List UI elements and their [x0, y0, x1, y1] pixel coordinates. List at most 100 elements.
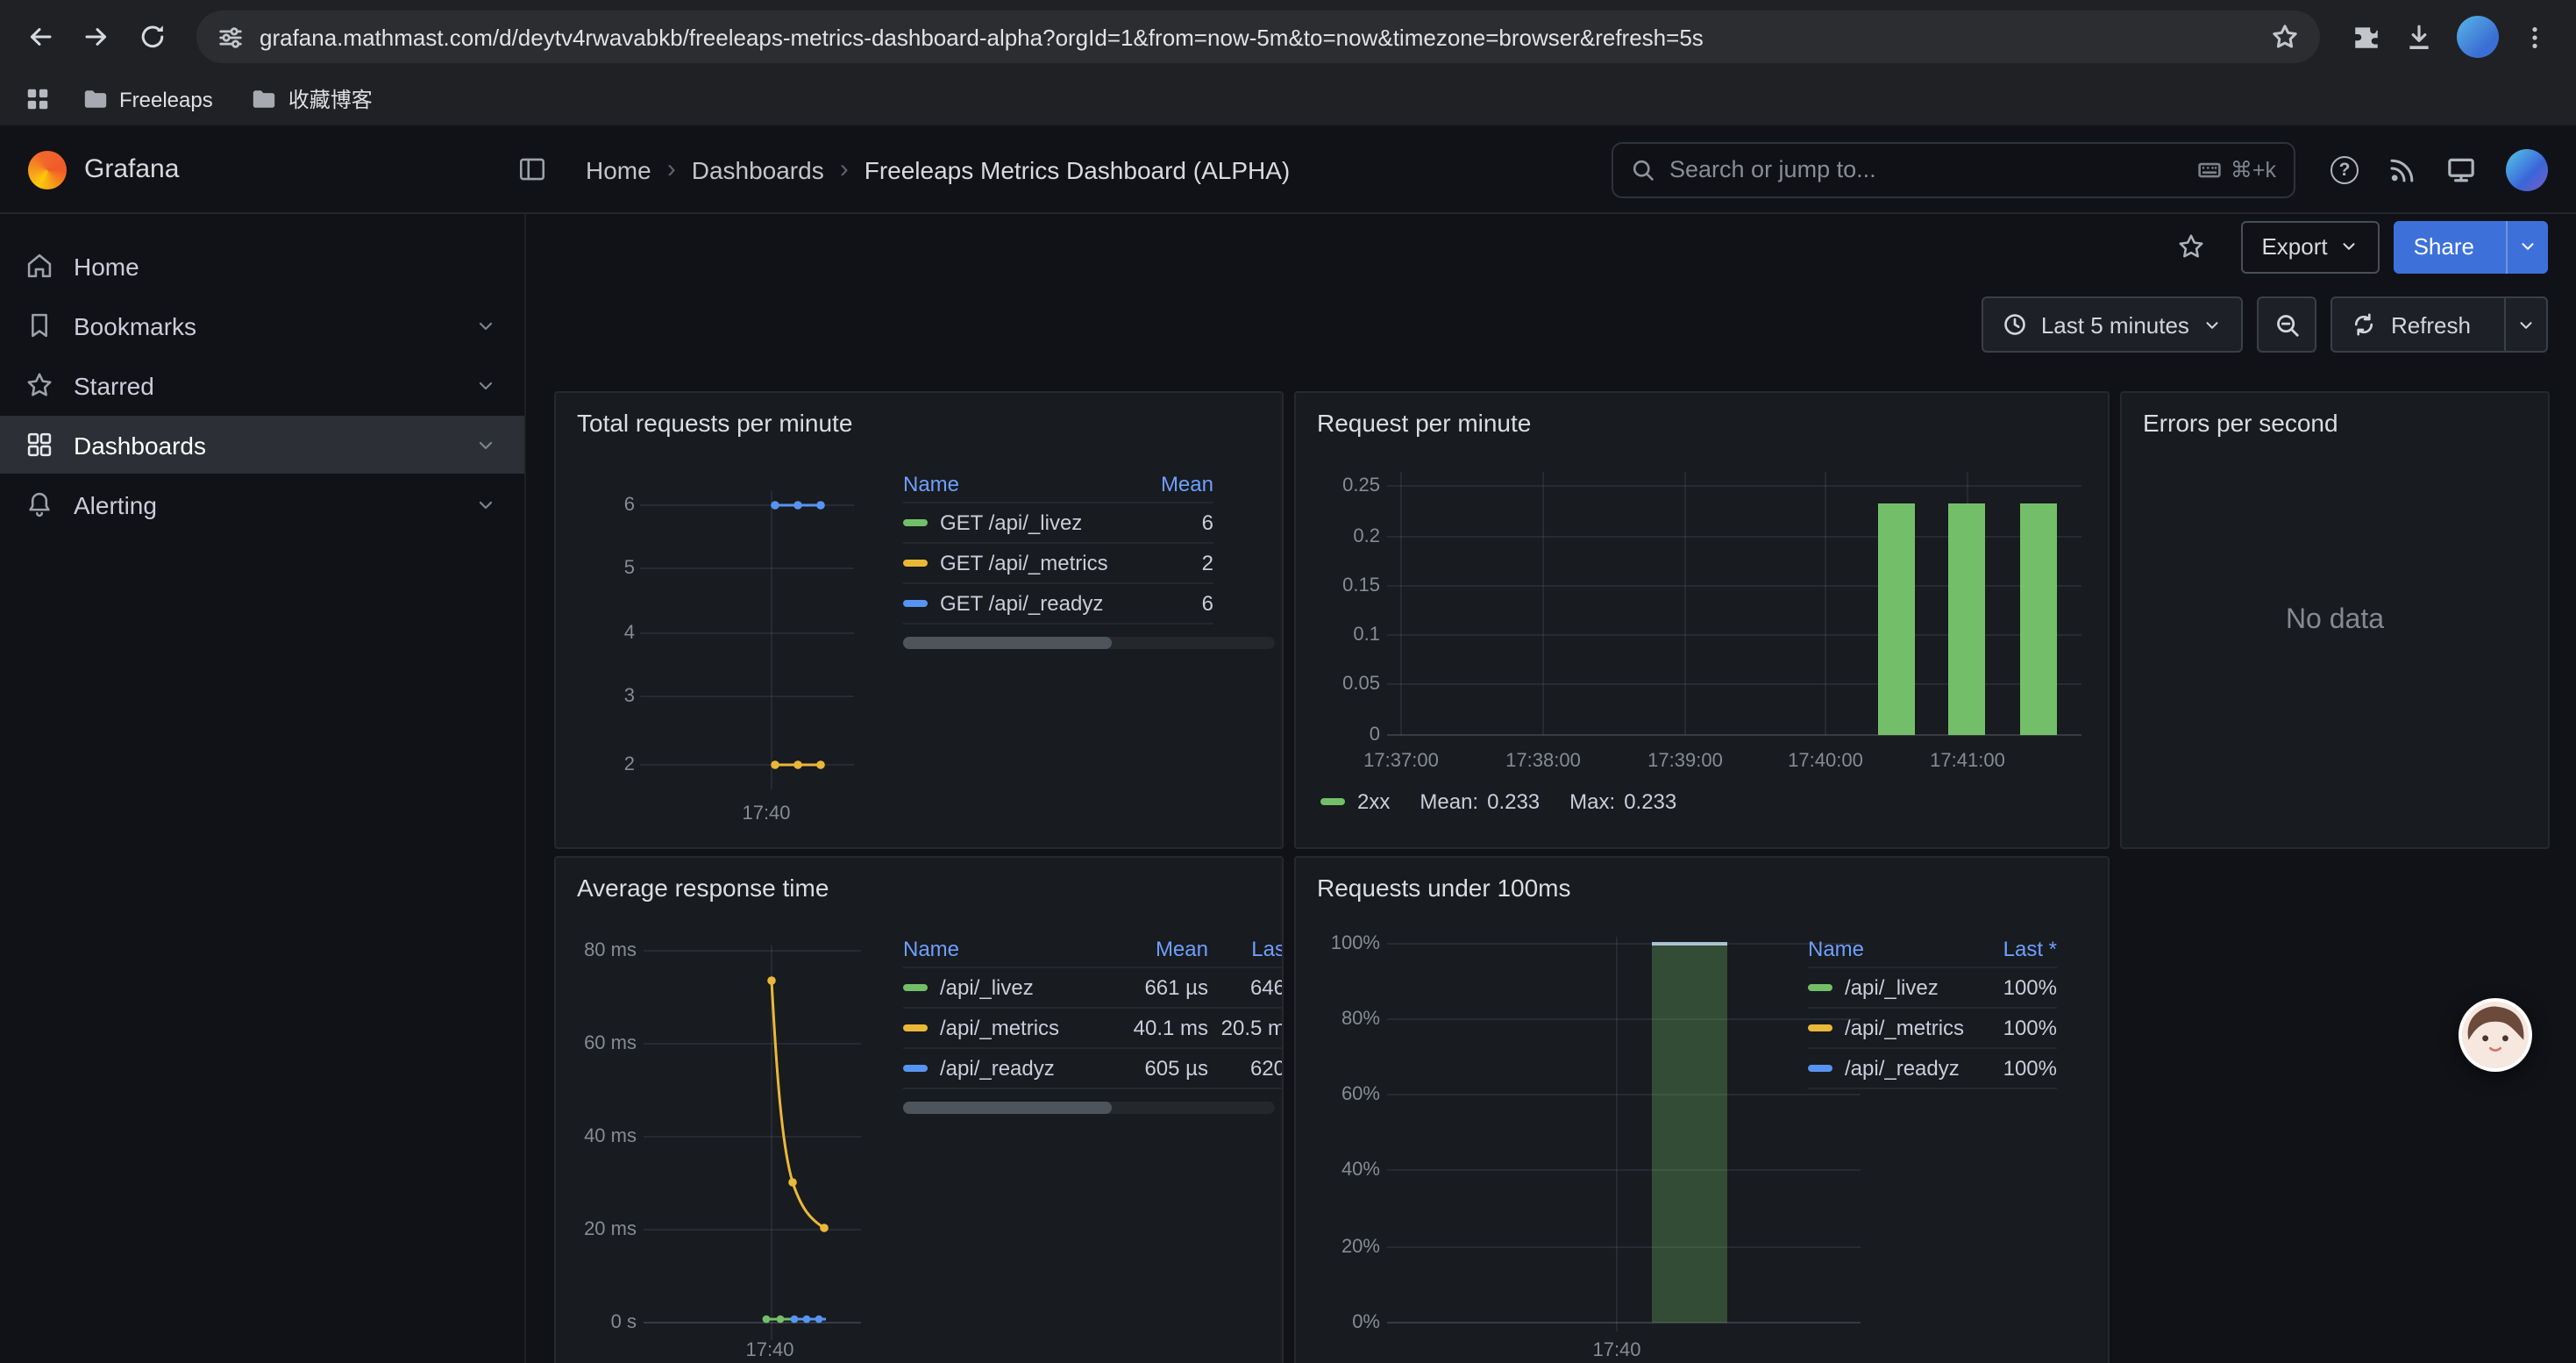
panel-request-per-minute[interactable]: Request per minute 0.25 0.2 0.15 0.1 0.0… [1294, 391, 2110, 849]
bookmark-folder-freeleaps[interactable]: Freeleaps [68, 81, 227, 118]
search-bar[interactable]: ⌘+k [1612, 141, 2295, 197]
legend-col-name[interactable]: Name [1808, 937, 1969, 961]
legend-col-mean[interactable]: Mean [1099, 937, 1208, 961]
panel-title[interactable]: Total requests per minute [577, 409, 852, 437]
legend-inline[interactable]: 2xx Mean:0.233 Max:0.233 [1320, 789, 1676, 814]
y-tick: 2 [556, 754, 635, 775]
sidebar-item-starred[interactable]: Starred [0, 356, 524, 414]
legend-col-last[interactable]: Las [1208, 937, 1284, 961]
back-button[interactable] [14, 11, 67, 63]
reload-button[interactable] [126, 11, 179, 63]
time-range-picker[interactable]: Last 5 minutes [1982, 296, 2244, 353]
user-avatar[interactable] [2506, 148, 2548, 190]
legend-col-name[interactable]: Name [903, 937, 1099, 961]
no-data-message: No data [2122, 393, 2548, 847]
chevron-down-icon[interactable] [475, 434, 496, 455]
grafana-logo-icon[interactable] [28, 150, 67, 189]
refresh-button[interactable]: Refresh [2331, 296, 2548, 353]
legend-col-name[interactable]: Name [903, 472, 1126, 496]
search-shortcut: ⌘+k [2197, 156, 2276, 182]
legend-row[interactable]: GET /api/_metrics 2 [903, 544, 1213, 584]
sidebar-item-bookmarks[interactable]: Bookmarks [0, 296, 524, 354]
help-icon[interactable]: ? [2330, 155, 2359, 183]
panel-total-requests[interactable]: Total requests per minute 6 5 4 3 2 [554, 391, 1284, 849]
breadcrumb-home[interactable]: Home [586, 155, 651, 183]
share-caret[interactable] [2506, 220, 2548, 273]
line-chart-plot[interactable] [640, 491, 854, 789]
chevron-down-icon[interactable] [475, 315, 496, 336]
legend-row[interactable]: /api/_livez 100% [1808, 968, 2057, 1009]
panel-title[interactable]: Average response time [577, 874, 829, 902]
dashboard-canvas: Last 5 minutes Refresh [526, 279, 2576, 1363]
bookmark-folder-blogs[interactable]: 收藏博客 [238, 79, 387, 119]
line-chart-plot[interactable] [644, 946, 861, 1340]
panel-title[interactable]: Requests under 100ms [1317, 874, 1571, 902]
sidebar-item-dashboards[interactable]: Dashboards [0, 416, 524, 474]
legend-scrollbar[interactable] [903, 1102, 1275, 1114]
chevron-down-icon[interactable] [475, 375, 496, 396]
bar-chart-plot[interactable] [1387, 472, 2081, 739]
grafana-header: Grafana Home › Dashboards › Freeleaps Me… [0, 126, 2576, 214]
y-tick: 40 ms [556, 1126, 637, 1147]
bar-chart-plot[interactable] [1387, 937, 1861, 1331]
export-button[interactable]: Export [2240, 220, 2380, 273]
legend-col-last[interactable]: Last * [1969, 937, 2057, 961]
chevron-down-icon[interactable] [475, 494, 496, 515]
site-settings-icon[interactable] [217, 24, 244, 50]
bar-2xx[interactable] [1878, 503, 1915, 735]
downloads-icon[interactable] [2404, 22, 2434, 52]
panel-requests-under-100ms[interactable]: Requests under 100ms 100% 80% 60% 40% 20… [1294, 856, 2110, 1363]
browser-profile-avatar[interactable] [2457, 16, 2499, 58]
sidebar-item-label: Starred [74, 371, 456, 399]
legend-scrollbar[interactable] [903, 637, 1275, 649]
panel-title[interactable]: Request per minute [1317, 409, 1531, 437]
folder-icon [252, 86, 278, 112]
legend-row[interactable]: /api/_livez 661 µs 646 [903, 968, 1284, 1009]
x-tick: 17:40 [742, 803, 790, 824]
dock-menu-icon[interactable] [510, 147, 554, 191]
extensions-icon[interactable] [2352, 22, 2381, 52]
legend-row[interactable]: GET /api/_readyz 6 [903, 584, 1213, 624]
bookmark-label: Freeleaps [119, 87, 213, 111]
bookmark-star-icon[interactable] [2271, 23, 2299, 51]
forward-button[interactable] [70, 11, 123, 63]
news-rss-icon[interactable] [2388, 155, 2416, 183]
panel-average-response-time[interactable]: Average response time 80 ms 60 ms 40 ms … [554, 856, 1284, 1363]
legend-row[interactable]: /api/_readyz 605 µs 620 [903, 1049, 1284, 1089]
refresh-interval-caret[interactable] [2504, 298, 2546, 351]
panel-errors-per-second[interactable]: Errors per second No data [2120, 391, 2550, 849]
folder-icon [82, 86, 109, 112]
url-text[interactable]: grafana.mathmast.com/d/deytv4rwavabkb/fr… [260, 24, 2255, 50]
apps-grid-icon[interactable] [18, 86, 58, 112]
favorite-star-icon[interactable] [2168, 225, 2212, 268]
bar-2xx[interactable] [2020, 503, 2057, 735]
breadcrumb-dashboards[interactable]: Dashboards [692, 155, 824, 183]
dashboard-main: Export Share Last 5 minutes [526, 214, 2576, 1363]
breadcrumb-current: Freeleaps Metrics Dashboard (ALPHA) [865, 155, 1291, 183]
sidebar-item-home[interactable]: Home [0, 237, 524, 295]
legend-row[interactable]: /api/_readyz 100% [1808, 1049, 2057, 1089]
assistant-avatar-button[interactable] [2459, 998, 2532, 1072]
star-icon [25, 370, 54, 400]
monitor-icon[interactable] [2446, 154, 2476, 184]
legend-col-mean[interactable]: Mean [1126, 472, 1213, 496]
share-button[interactable]: Share [2395, 220, 2548, 273]
zoom-out-button[interactable] [2258, 296, 2317, 353]
series-color-dash [903, 560, 928, 567]
y-tick: 0.15 [1296, 575, 1380, 596]
bar-2xx[interactable] [1948, 503, 1985, 735]
legend-row[interactable]: /api/_metrics 100% [1808, 1009, 2057, 1049]
y-tick: 60% [1296, 1084, 1380, 1105]
assistant-avatar-image [2462, 1002, 2529, 1068]
bell-icon [25, 489, 54, 519]
sidebar-item-alerting[interactable]: Alerting [0, 475, 524, 533]
legend-row[interactable]: GET /api/_livez 6 [903, 503, 1213, 544]
bar-percent[interactable] [1652, 944, 1727, 1323]
browser-toolbar: grafana.mathmast.com/d/deytv4rwavabkb/fr… [0, 0, 2576, 74]
search-input[interactable] [1669, 156, 2183, 182]
y-tick: 40% [1296, 1160, 1380, 1181]
legend-row[interactable]: /api/_metrics 40.1 ms 20.5 m [903, 1009, 1284, 1049]
sidebar-item-label: Home [74, 252, 507, 280]
browser-menu-icon[interactable] [2522, 24, 2548, 50]
url-bar[interactable]: grafana.mathmast.com/d/deytv4rwavabkb/fr… [196, 11, 2320, 63]
